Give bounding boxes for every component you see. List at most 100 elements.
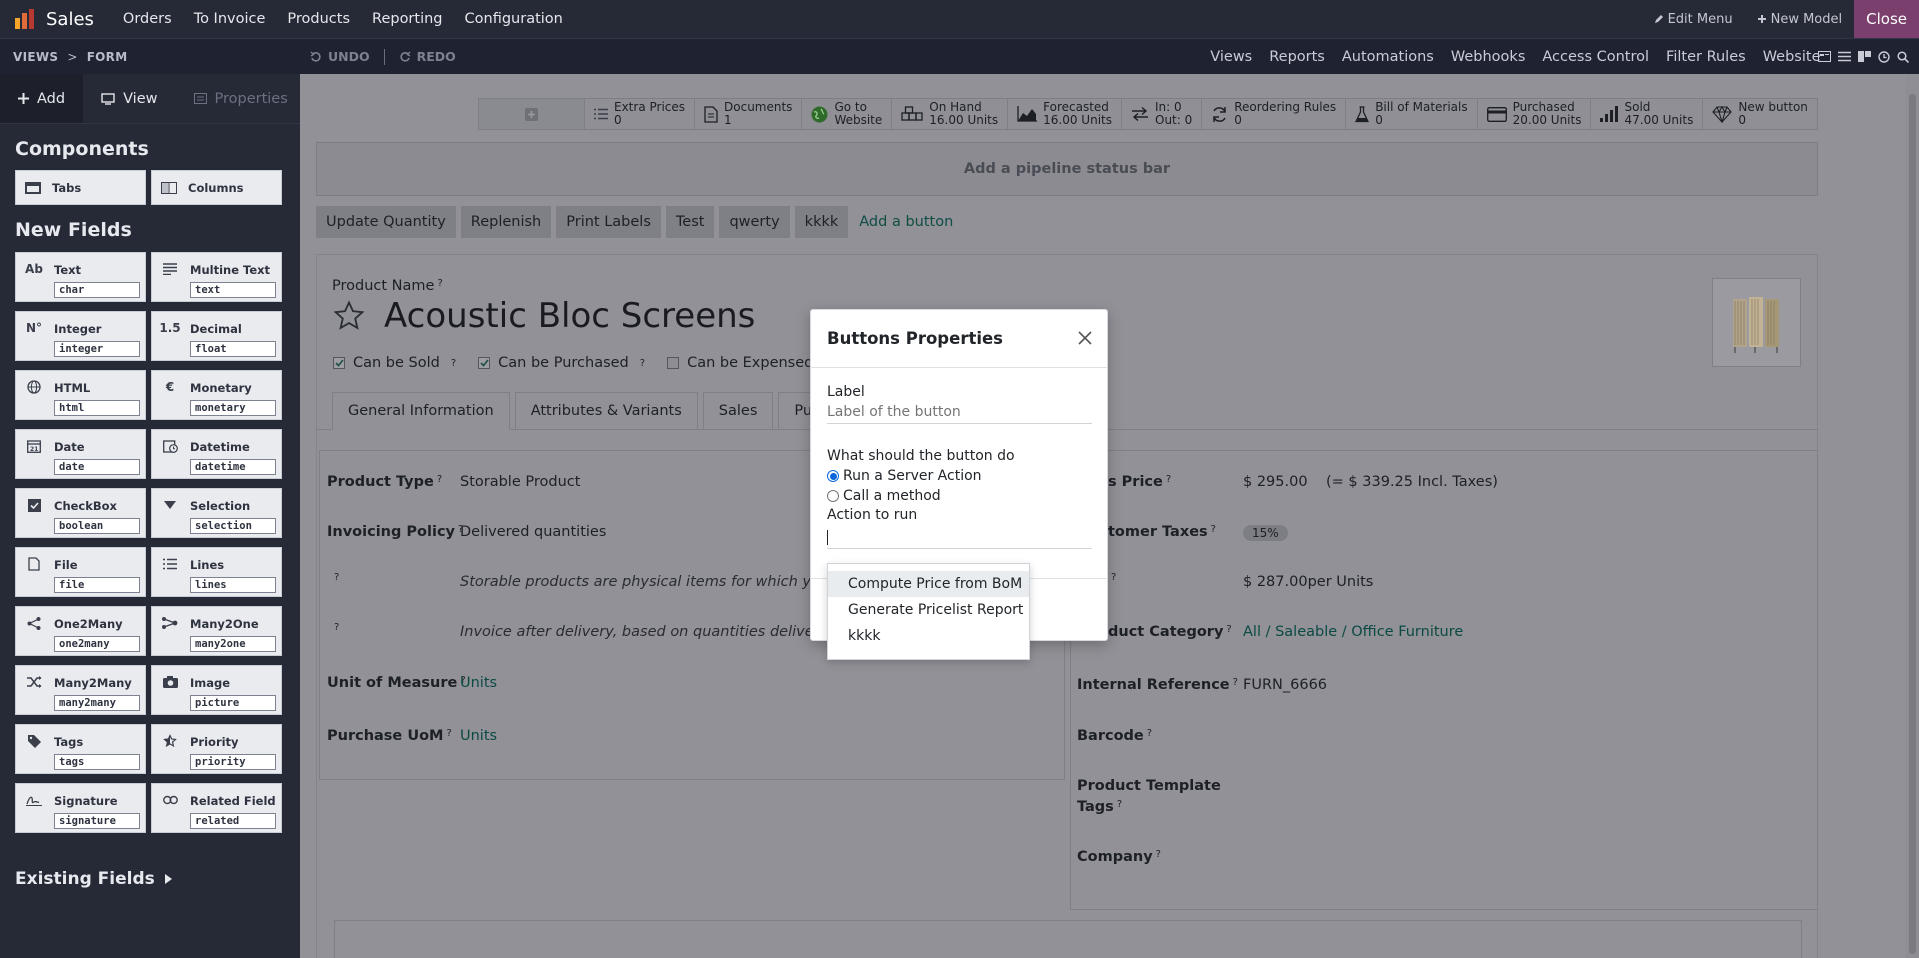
list-view-icon[interactable] [1838, 51, 1851, 62]
add-pipeline-status-bar[interactable]: Add a pipeline status bar [316, 142, 1818, 196]
tab-view[interactable]: View [83, 74, 175, 123]
new-field-integer[interactable]: N° Integer integer [15, 311, 146, 361]
product-category-value[interactable]: All / Saleable / Office Furniture [1243, 624, 1463, 640]
smart-button[interactable]: Bill of Materials 0 [1345, 98, 1477, 130]
nav-access-control[interactable]: Access Control [1534, 49, 1658, 65]
new-field-picture[interactable]: Image picture [151, 665, 282, 715]
product-template-tags-label-line2[interactable]: Tags? [1077, 799, 1122, 815]
menu-configuration[interactable]: Configuration [454, 11, 574, 27]
existing-fields-toggle[interactable]: Existing Fields [15, 869, 172, 889]
product-template-tags-label[interactable]: Product Template [1077, 778, 1221, 794]
smart-button[interactable]: New button 0 [1702, 98, 1818, 130]
star-icon[interactable] [332, 299, 366, 333]
product-name-label[interactable]: Product Name? [332, 278, 443, 294]
header-button[interactable]: qwerty [719, 206, 790, 238]
new-field-signature[interactable]: Signature signature [15, 783, 146, 833]
internal-reference-label[interactable]: Internal Reference? [1077, 677, 1238, 693]
nav-webhooks[interactable]: Webhooks [1442, 49, 1534, 65]
search-icon[interactable] [1897, 50, 1909, 63]
uom-label[interactable]: Unit of Measure? [327, 675, 466, 691]
new-field-priority[interactable]: Priority priority [151, 724, 282, 774]
uom-value[interactable]: Units [460, 675, 497, 691]
smart-button[interactable]: Extra Prices 0 [584, 98, 695, 130]
new-field-file[interactable]: File file [15, 547, 146, 597]
new-field-date[interactable]: 21 Date date [15, 429, 146, 479]
scrollbar-thumb[interactable] [1909, 94, 1916, 954]
smart-button[interactable]: Reordering Rules 0 [1201, 98, 1346, 130]
sales-price-label[interactable]: s Price? [1108, 474, 1171, 490]
product-name-field[interactable]: Acoustic Bloc Screens [384, 296, 755, 336]
tab-add[interactable]: Add [0, 74, 84, 123]
add-smart-button[interactable] [478, 98, 584, 130]
tab-general-information[interactable]: General Information [332, 392, 510, 430]
new-field-float[interactable]: 1.5 Decimal float [151, 311, 282, 361]
product-type-value[interactable]: Storable Product [460, 474, 580, 490]
product-category-label[interactable]: duct Category? [1108, 624, 1232, 640]
component-columns[interactable]: Columns [151, 170, 282, 205]
kanban-view-icon[interactable] [1858, 51, 1871, 62]
customer-taxes-label[interactable]: tomer Taxes? [1108, 524, 1216, 540]
header-button[interactable]: Test [665, 206, 715, 238]
nav-views[interactable]: Views [1202, 49, 1261, 65]
internal-reference-value[interactable]: FURN_6666 [1243, 677, 1327, 693]
new-field-datetime[interactable]: Datetime datetime [151, 429, 282, 479]
can-be-expensed-checkbox[interactable]: Can be Expensed? [667, 355, 830, 371]
barcode-label[interactable]: Barcode? [1077, 728, 1152, 744]
tab-sales[interactable]: Sales [702, 392, 774, 430]
new-field-text[interactable]: Multine Text text [151, 252, 282, 302]
header-button[interactable]: Print Labels [556, 206, 661, 238]
product-type-label[interactable]: Product Type? [327, 474, 442, 490]
new-field-tags[interactable]: Tags tags [15, 724, 146, 774]
redo-button[interactable]: REDO [417, 49, 456, 64]
sales-price-value[interactable]: $ 295.00 (= $ 339.25 Incl. Taxes) [1243, 474, 1498, 490]
tab-properties[interactable]: Properties [176, 74, 306, 123]
nav-reports[interactable]: Reports [1261, 49, 1334, 65]
new-field-selection[interactable]: Selection selection [151, 488, 282, 538]
can-be-purchased-checkbox[interactable]: Can be Purchased? [478, 355, 645, 371]
header-button[interactable]: Replenish [460, 206, 552, 238]
new-model-button[interactable]: New Model [1745, 12, 1855, 27]
can-be-sold-checkbox[interactable]: Can be Sold? [333, 355, 456, 371]
new-field-many2many[interactable]: Many2Many many2many [15, 665, 146, 715]
new-field-related[interactable]: Related Field related [151, 783, 282, 833]
header-button[interactable]: Update Quantity [316, 206, 456, 238]
new-field-boolean[interactable]: CheckBox boolean [15, 488, 146, 538]
action-to-run-input[interactable] [827, 525, 1092, 549]
nav-automations[interactable]: Automations [1333, 49, 1442, 65]
dropdown-option[interactable]: kkkk [828, 623, 1029, 649]
menu-orders[interactable]: Orders [112, 11, 183, 27]
app-name[interactable]: Sales [46, 9, 94, 30]
call-method-radio[interactable]: Call a method [827, 488, 1091, 504]
smart-button[interactable]: Forecasted 16.00 Units [1007, 98, 1121, 130]
app-logo-icon[interactable] [14, 8, 36, 30]
undo-button[interactable]: UNDO [328, 49, 370, 64]
new-field-monetary[interactable]: € Monetary monetary [151, 370, 282, 420]
smart-button[interactable]: In: 0 Out: 0 [1121, 98, 1202, 130]
breadcrumb-views[interactable]: VIEWS [13, 50, 58, 64]
customer-taxes-value[interactable]: 15% [1243, 525, 1288, 541]
component-tabs[interactable]: Tabs [15, 170, 146, 205]
tab-attributes-variants[interactable]: Attributes & Variants [514, 392, 698, 430]
redo-icon[interactable] [399, 51, 411, 63]
new-field-many2one[interactable]: Many2One many2one [151, 606, 282, 656]
new-field-char[interactable]: Ab Text char [15, 252, 146, 302]
smart-button[interactable]: Purchased 20.00 Units [1476, 98, 1591, 130]
smart-button[interactable]: Go to Website [801, 98, 892, 130]
new-field-html[interactable]: HTML html [15, 370, 146, 420]
undo-icon[interactable] [310, 51, 322, 63]
invoicing-policy-value[interactable]: Delivered quantities [460, 524, 606, 540]
cost-value[interactable]: $ 287.00per Units [1243, 574, 1373, 590]
add-a-button[interactable]: Add a button [859, 214, 953, 230]
close-icon[interactable] [1077, 330, 1093, 346]
vertical-scrollbar[interactable] [1906, 74, 1919, 958]
cost-label[interactable]: ? [1108, 572, 1116, 588]
dropdown-option[interactable]: Generate Pricelist Report [828, 597, 1029, 623]
purchase-uom-value[interactable]: Units [460, 728, 497, 744]
new-field-lines[interactable]: Lines lines [151, 547, 282, 597]
form-view-icon[interactable] [1818, 51, 1831, 62]
close-studio-button[interactable]: Close [1854, 0, 1919, 38]
product-image[interactable] [1712, 278, 1801, 367]
dropdown-option[interactable]: Compute Price from BoM [828, 571, 1029, 597]
smart-button[interactable]: On Hand 16.00 Units [891, 98, 1008, 130]
edit-menu-button[interactable]: Edit Menu [1642, 12, 1745, 27]
